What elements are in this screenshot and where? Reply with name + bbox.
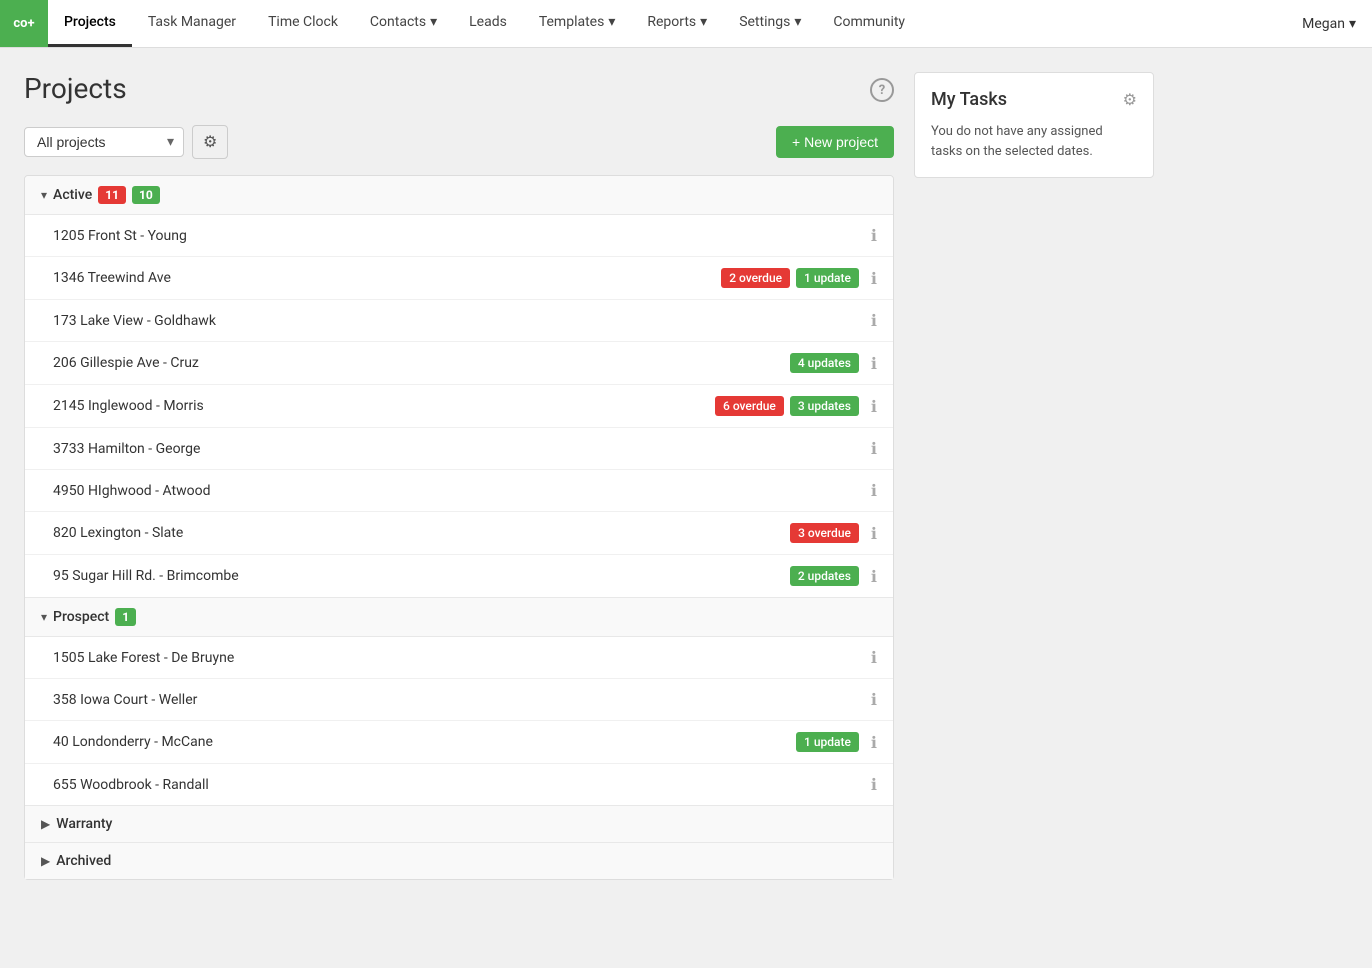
- nav-item-reports[interactable]: Reports ▾: [631, 0, 723, 47]
- nav-item-community[interactable]: Community: [817, 0, 921, 47]
- nav-item-templates[interactable]: Templates ▾: [523, 0, 632, 47]
- my-tasks-gear-icon[interactable]: ⚙: [1123, 90, 1137, 109]
- active-project-206[interactable]: 206 Gillespie Ave - Cruz 4 updates ℹ: [25, 342, 893, 385]
- project-filter-select[interactable]: All projects: [24, 127, 184, 157]
- toolbar: All projects ▾ ⚙ + New project: [24, 125, 894, 159]
- page-header: Projects ?: [24, 72, 894, 105]
- chevron-down-icon: ▾: [1349, 16, 1356, 32]
- section-header-prospect[interactable]: ▾ Prospect 1: [25, 598, 893, 637]
- section-header-archived[interactable]: ▶ Archived: [25, 843, 893, 879]
- help-icon[interactable]: ?: [870, 78, 894, 102]
- nav-item-settings[interactable]: Settings ▾: [723, 0, 817, 47]
- new-project-button[interactable]: + New project: [776, 126, 894, 158]
- user-name: Megan: [1302, 16, 1345, 32]
- info-icon[interactable]: ℹ: [871, 567, 877, 586]
- update-tag: 1 update: [796, 268, 859, 288]
- active-project-4950[interactable]: 4950 HIghwood - Atwood ℹ: [25, 470, 893, 512]
- info-icon[interactable]: ℹ: [871, 397, 877, 416]
- info-icon[interactable]: ℹ: [871, 733, 877, 752]
- nav-item-leads[interactable]: Leads: [453, 0, 523, 47]
- section-header-warranty[interactable]: ▶ Warranty: [25, 806, 893, 843]
- active-badge-red: 11: [98, 186, 126, 204]
- nav-item-contacts[interactable]: Contacts ▾: [354, 0, 453, 47]
- my-tasks-card: My Tasks ⚙ You do not have any assigned …: [914, 72, 1154, 178]
- nav-item-time-clock[interactable]: Time Clock: [252, 0, 354, 47]
- project-filter-wrapper: All projects ▾: [24, 127, 184, 157]
- info-icon[interactable]: ℹ: [871, 311, 877, 330]
- user-menu[interactable]: Megan ▾: [1286, 0, 1372, 47]
- my-tasks-header: My Tasks ⚙: [931, 89, 1137, 110]
- overdue-tag: 2 overdue: [721, 268, 790, 288]
- my-tasks-title: My Tasks: [931, 89, 1007, 110]
- prospect-project-40[interactable]: 40 Londonderry - McCane 1 update ℹ: [25, 721, 893, 764]
- active-project-1205[interactable]: 1205 Front St - Young ℹ: [25, 215, 893, 257]
- active-project-820[interactable]: 820 Lexington - Slate 3 overdue ℹ: [25, 512, 893, 555]
- overdue-tag: 3 overdue: [790, 523, 859, 543]
- chevron-down-icon: ▾: [430, 14, 437, 30]
- info-icon[interactable]: ℹ: [871, 690, 877, 709]
- chevron-down-icon: ▾: [41, 610, 47, 624]
- active-project-2145[interactable]: 2145 Inglewood - Morris 6 overdue 3 upda…: [25, 385, 893, 428]
- update-tag: 3 updates: [790, 396, 859, 416]
- chevron-down-icon: ▾: [608, 14, 615, 30]
- chevron-right-icon: ▶: [41, 854, 50, 868]
- app-logo[interactable]: co+: [0, 0, 48, 47]
- chevron-down-icon: ▾: [794, 14, 801, 30]
- update-tag: 1 update: [796, 732, 859, 752]
- info-icon[interactable]: ℹ: [871, 524, 877, 543]
- chevron-down-icon: ▾: [700, 14, 707, 30]
- nav-bar: co+ Projects Task Manager Time Clock Con…: [0, 0, 1372, 48]
- info-icon[interactable]: ℹ: [871, 226, 877, 245]
- page-title: Projects: [24, 72, 127, 105]
- right-panel: My Tasks ⚙ You do not have any assigned …: [914, 72, 1154, 968]
- nav-item-projects[interactable]: Projects: [48, 0, 132, 47]
- toolbar-left: All projects ▾ ⚙: [24, 125, 228, 159]
- left-panel: Projects ? All projects ▾ ⚙ + New projec…: [24, 72, 894, 968]
- active-project-95[interactable]: 95 Sugar Hill Rd. - Brimcombe 2 updates …: [25, 555, 893, 598]
- main-layout: Projects ? All projects ▾ ⚙ + New projec…: [0, 48, 1372, 968]
- info-icon[interactable]: ℹ: [871, 269, 877, 288]
- prospect-badge-green: 1: [115, 608, 136, 626]
- info-icon[interactable]: ℹ: [871, 439, 877, 458]
- info-icon[interactable]: ℹ: [871, 481, 877, 500]
- my-tasks-empty-message: You do not have any assigned tasks on th…: [931, 122, 1137, 161]
- prospect-project-1505[interactable]: 1505 Lake Forest - De Bruyne ℹ: [25, 637, 893, 679]
- projects-container: ▾ Active 11 10 1205 Front St - Young ℹ 1…: [24, 175, 894, 880]
- prospect-project-358[interactable]: 358 Iowa Court - Weller ℹ: [25, 679, 893, 721]
- section-label-prospect: Prospect: [53, 609, 109, 625]
- update-tag: 4 updates: [790, 353, 859, 373]
- active-project-173[interactable]: 173 Lake View - Goldhawk ℹ: [25, 300, 893, 342]
- section-label-archived: Archived: [56, 853, 111, 869]
- nav-item-task-manager[interactable]: Task Manager: [132, 0, 252, 47]
- section-label-warranty: Warranty: [56, 816, 112, 832]
- info-icon[interactable]: ℹ: [871, 354, 877, 373]
- chevron-down-icon: ▾: [41, 188, 47, 202]
- overdue-tag: 6 overdue: [715, 396, 784, 416]
- section-header-active[interactable]: ▾ Active 11 10: [25, 176, 893, 215]
- active-badge-green: 10: [132, 186, 160, 204]
- active-project-3733[interactable]: 3733 Hamilton - George ℹ: [25, 428, 893, 470]
- active-project-1346[interactable]: 1346 Treewind Ave 2 overdue 1 update ℹ: [25, 257, 893, 300]
- info-icon[interactable]: ℹ: [871, 648, 877, 667]
- nav-items: Projects Task Manager Time Clock Contact…: [48, 0, 1286, 47]
- info-icon[interactable]: ℹ: [871, 775, 877, 794]
- chevron-right-icon: ▶: [41, 817, 50, 831]
- settings-gear-button[interactable]: ⚙: [192, 125, 228, 159]
- prospect-project-655[interactable]: 655 Woodbrook - Randall ℹ: [25, 764, 893, 806]
- update-tag: 2 updates: [790, 566, 859, 586]
- section-label-active: Active: [53, 187, 92, 203]
